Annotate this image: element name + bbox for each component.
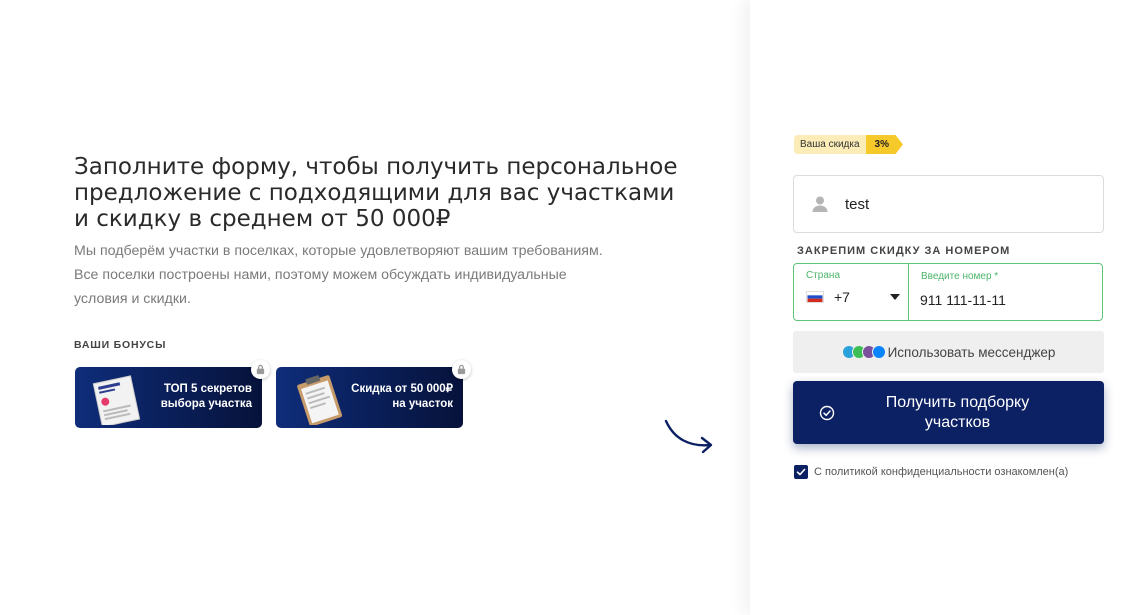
- name-value: test: [845, 195, 870, 213]
- discount-badge: Ваша скидка 3%: [794, 135, 903, 154]
- bonus-label-line: Скидка от 50 000₽: [351, 383, 453, 395]
- use-messenger-button[interactable]: Использовать мессенджер: [793, 331, 1104, 373]
- chevron-down-icon: [890, 294, 900, 300]
- page: Заполните форму, чтобы получить персонал…: [0, 0, 1145, 615]
- bonus-card-discount[interactable]: Скидка от 50 000₽ на участок: [276, 360, 471, 428]
- description-line: Мы подберём участки в поселках, которые …: [74, 243, 603, 259]
- promo-panel: Заполните форму, чтобы получить персонал…: [0, 0, 750, 615]
- bonus-label-line: выбора участка: [160, 398, 252, 410]
- description: Мы подберём участки в поселках, которые …: [74, 239, 674, 311]
- privacy-checkbox[interactable]: [794, 465, 808, 479]
- country-code: +7: [834, 289, 850, 305]
- lock-icon: [251, 360, 270, 379]
- bonus-card-secrets[interactable]: ТОП 5 секретов выбора участка: [75, 360, 270, 428]
- country-select[interactable]: Страна +7: [794, 264, 909, 320]
- phone-input[interactable]: Введите номер * 911 111-11-11: [909, 264, 1102, 320]
- bonus-label: Скидка от 50 000₽ на участок: [335, 382, 453, 412]
- russia-flag-icon: [806, 291, 824, 303]
- phone-label: Введите номер *: [921, 271, 999, 282]
- messenger-button-label: Использовать мессенджер: [887, 344, 1056, 360]
- discount-value: 3%: [865, 135, 903, 154]
- curved-arrow-icon: [664, 419, 713, 454]
- bonuses-title: ВАШИ БОНУСЫ: [74, 339, 167, 351]
- phone-group: Страна +7 Введите номер * 911 111-11-11: [793, 263, 1103, 321]
- discount-label: Ваша скидка: [794, 135, 866, 154]
- name-input[interactable]: test: [793, 175, 1104, 233]
- lock-icon: [452, 360, 471, 379]
- submit-label: Получить подборку участков: [793, 393, 1104, 433]
- bonus-label-line: на участок: [392, 398, 453, 410]
- messenger-icons: [841, 345, 886, 359]
- phone-section-title: ЗАКРЕПИМ СКИДКУ ЗА НОМЕРОМ: [797, 245, 1011, 257]
- bonus-label: ТОП 5 секретов выбора участка: [134, 382, 252, 412]
- description-line: Все поселки построены нами, поэтому може…: [74, 267, 567, 283]
- checkmark-icon: [796, 468, 806, 476]
- submit-button[interactable]: Получить подборку участков: [793, 381, 1104, 444]
- country-label: Страна: [806, 270, 841, 281]
- privacy-agreement: С политикой конфиденциальности ознакомле…: [794, 465, 1068, 479]
- phone-value: 911 111-11-11: [920, 292, 1006, 308]
- submit-label-line: участков: [924, 413, 991, 431]
- headline: Заполните форму, чтобы получить персонал…: [74, 154, 678, 232]
- bonus-label-line: ТОП 5 секретов: [163, 383, 252, 395]
- messenger-icon: [871, 345, 886, 359]
- description-line: условия и скидки.: [74, 291, 191, 307]
- check-circle-icon: [819, 405, 835, 421]
- submit-label-line: Получить подборку: [885, 393, 1030, 411]
- lead-form: Ваша скидка 3% test ЗАКРЕПИМ СКИДКУ ЗА Н…: [750, 0, 1145, 615]
- user-icon: [812, 196, 828, 212]
- privacy-text: С политикой конфиденциальности ознакомле…: [814, 466, 1069, 478]
